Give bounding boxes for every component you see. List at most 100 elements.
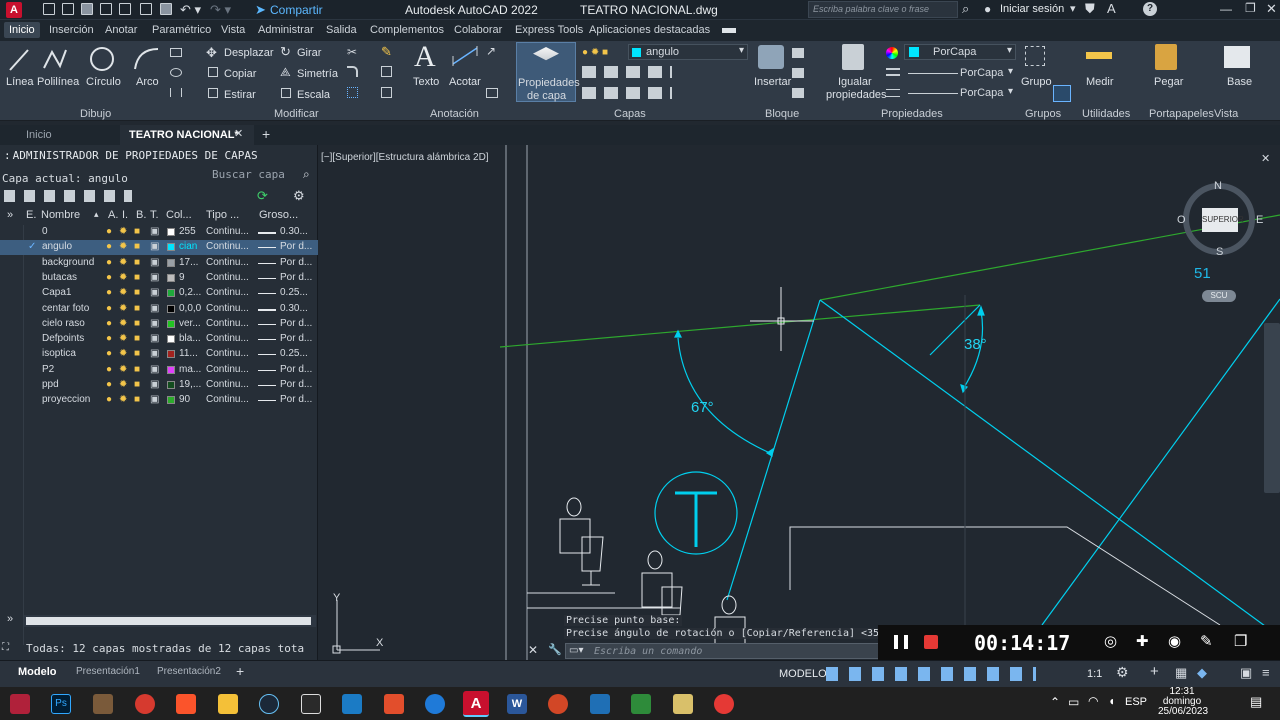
layer-color-swatch[interactable]	[167, 396, 175, 405]
header-lineweight[interactable]: Groso...	[259, 209, 298, 221]
plot-icon[interactable]: ▣	[150, 379, 159, 390]
layer-name[interactable]: Capa1	[42, 287, 100, 298]
stretch-button[interactable]: Estirar	[224, 89, 256, 101]
photoshop-icon[interactable]: Ps	[51, 694, 71, 714]
layer-color[interactable]: cian	[179, 241, 203, 252]
undo-icon[interactable]: ↶ ▾	[180, 2, 201, 18]
brave-icon[interactable]	[176, 694, 196, 714]
bulb-icon[interactable]: ●	[106, 348, 112, 359]
filter-tree-toggle-icon[interactable]: »	[7, 209, 13, 221]
clipboard-panel-title[interactable]: Portapapeles	[1149, 108, 1214, 120]
layer-lineweight[interactable]: Por d...	[280, 272, 316, 283]
annotation-panel-title[interactable]: Anotación	[430, 108, 479, 120]
layer-linetype[interactable]: Continu...	[206, 257, 254, 268]
minimize-recorder-icon[interactable]: ❐	[1234, 632, 1247, 650]
lineweight-dropdown[interactable]: PorCapa ▾	[904, 66, 1016, 82]
view-panel-title[interactable]: Vista	[1214, 108, 1238, 120]
plot-icon[interactable]: ▣	[150, 272, 159, 283]
model-space-button[interactable]: MODELO	[779, 668, 827, 680]
canvas-close-icon[interactable]: ✕	[1261, 152, 1270, 165]
match-properties-icon[interactable]	[842, 44, 864, 70]
bulb-icon[interactable]: ●	[106, 379, 112, 390]
new-file-icon[interactable]	[43, 3, 55, 15]
open-file-icon[interactable]	[62, 3, 74, 15]
steam-icon[interactable]	[259, 694, 279, 714]
plot-icon[interactable]: ▣	[150, 394, 159, 405]
lock-icon[interactable]: ■	[134, 287, 140, 298]
layer-linetype[interactable]: Continu...	[206, 318, 254, 329]
group-select-icon[interactable]	[1053, 85, 1071, 102]
color-wheel-icon[interactable]	[886, 47, 898, 59]
wcs-dropdown[interactable]: SCU	[1202, 290, 1236, 302]
restore-icon[interactable]: ❐	[1245, 1, 1256, 15]
compass-s[interactable]: S	[1216, 246, 1223, 258]
recorder-app-icon[interactable]	[714, 694, 734, 714]
ribbon-toggle-icon[interactable]	[722, 28, 736, 33]
layer-color[interactable]: 0,2...	[179, 287, 203, 298]
tab-inicio[interactable]: Inicio	[4, 22, 40, 38]
layer-color-swatch[interactable]	[167, 273, 175, 282]
layer-row[interactable]: ✓ angulo ● ✹ ■ ▣ cian Continu... Por d...	[0, 240, 318, 256]
dimension-tool-label[interactable]: Acotar	[449, 76, 481, 88]
array-icon[interactable]	[347, 87, 358, 98]
group-label[interactable]: Grupo	[1021, 76, 1052, 88]
layer-lineweight[interactable]: 0.30...	[280, 303, 316, 314]
customize-icon[interactable]: ≡	[1262, 665, 1270, 680]
bulb-icon[interactable]: ●	[106, 272, 112, 283]
erase-icon[interactable]: ✎	[381, 44, 392, 60]
layer-row[interactable]: Capa1 ● ✹ ■ ▣ 0,2... Continu... 0.25...	[0, 286, 318, 301]
notifications-icon[interactable]: ▤	[1250, 694, 1262, 710]
layer-name[interactable]: angulo	[42, 241, 100, 252]
search-box[interactable]: Escriba palabra clave o frase	[808, 1, 958, 18]
layer-name[interactable]: background	[42, 257, 100, 268]
freeze-icon[interactable]: ✹	[119, 394, 127, 405]
header-linetype[interactable]: Tipo ...	[206, 209, 239, 221]
tab-salida[interactable]: Salida	[326, 24, 357, 36]
polyline-tool-label[interactable]: Polilínea	[37, 76, 79, 88]
layer-color[interactable]: 0,0,0	[179, 303, 203, 314]
lock-icon[interactable]: ■	[134, 348, 140, 359]
linetype-icon[interactable]	[886, 89, 900, 97]
layer-linetype[interactable]: Continu...	[206, 272, 254, 283]
layer-row[interactable]: Defpoints ● ✹ ■ ▣ bla... Continu... Por d...	[0, 332, 318, 347]
lock-icon[interactable]: ■	[134, 364, 140, 375]
minimize-icon[interactable]: —	[1220, 2, 1232, 16]
layer-color-swatch[interactable]	[167, 381, 175, 389]
save-as-icon[interactable]	[100, 3, 112, 15]
bulb-icon[interactable]: ●	[106, 333, 112, 344]
tab-administrar[interactable]: Administrar	[258, 24, 314, 36]
layer-linetype[interactable]: Continu...	[206, 348, 254, 359]
layer-color-swatch[interactable]	[167, 335, 175, 344]
layers-panel-title[interactable]: Capas	[614, 108, 646, 120]
move-button[interactable]: Desplazar	[224, 47, 274, 59]
doc-tab-active[interactable]: TEATRO NACIONAL* ✕	[120, 125, 254, 145]
login-link[interactable]: Iniciar sesión	[1000, 3, 1064, 15]
layer-linetype[interactable]: Continu...	[206, 226, 254, 237]
layer-color[interactable]: bla...	[179, 333, 203, 344]
status-toggles[interactable]	[826, 667, 1036, 681]
layout-tab-modelo[interactable]: Modelo	[18, 666, 57, 678]
bulb-icon[interactable]: ●	[106, 287, 112, 298]
circle-tool-label[interactable]: Círculo	[86, 76, 121, 88]
lock-icon[interactable]: ■	[134, 241, 140, 252]
freeze-icon[interactable]: ✹	[119, 241, 127, 252]
file-explorer-icon[interactable]	[218, 694, 238, 714]
layout-tab-presentacion2[interactable]: Presentación2	[157, 666, 221, 677]
word-icon[interactable]: W	[507, 694, 527, 714]
freeze-icon[interactable]: ✹	[119, 226, 127, 237]
lock-icon[interactable]: ■	[134, 394, 140, 405]
drawing-canvas[interactable]: [−][Superior][Estructura alámbrica 2D] 6…	[320, 145, 1280, 660]
language-indicator[interactable]: ESP	[1125, 696, 1147, 708]
tab-insercion[interactable]: Inserción	[49, 24, 94, 36]
layer-row[interactable]: proyeccion ● ✹ ■ ▣ 90 Continu... Por d...	[0, 393, 318, 408]
polyline-tool-icon[interactable]	[42, 46, 68, 74]
arc-tool-label[interactable]: Arco	[136, 76, 159, 88]
header-plot[interactable]: T.	[150, 209, 159, 221]
layer-color-swatch[interactable]	[167, 228, 175, 236]
compass-e[interactable]: E	[1256, 214, 1263, 226]
lineweight-icon[interactable]	[886, 68, 900, 76]
screen-recorder-bar[interactable]: 00:14:17 ◎ ✚ ◉ ✎ ❐	[878, 625, 1280, 660]
workspace-gear-icon[interactable]: ⚙	[1116, 664, 1129, 681]
search-icon[interactable]: ⌕	[303, 167, 310, 182]
layer-linetype[interactable]: Continu...	[206, 303, 254, 314]
